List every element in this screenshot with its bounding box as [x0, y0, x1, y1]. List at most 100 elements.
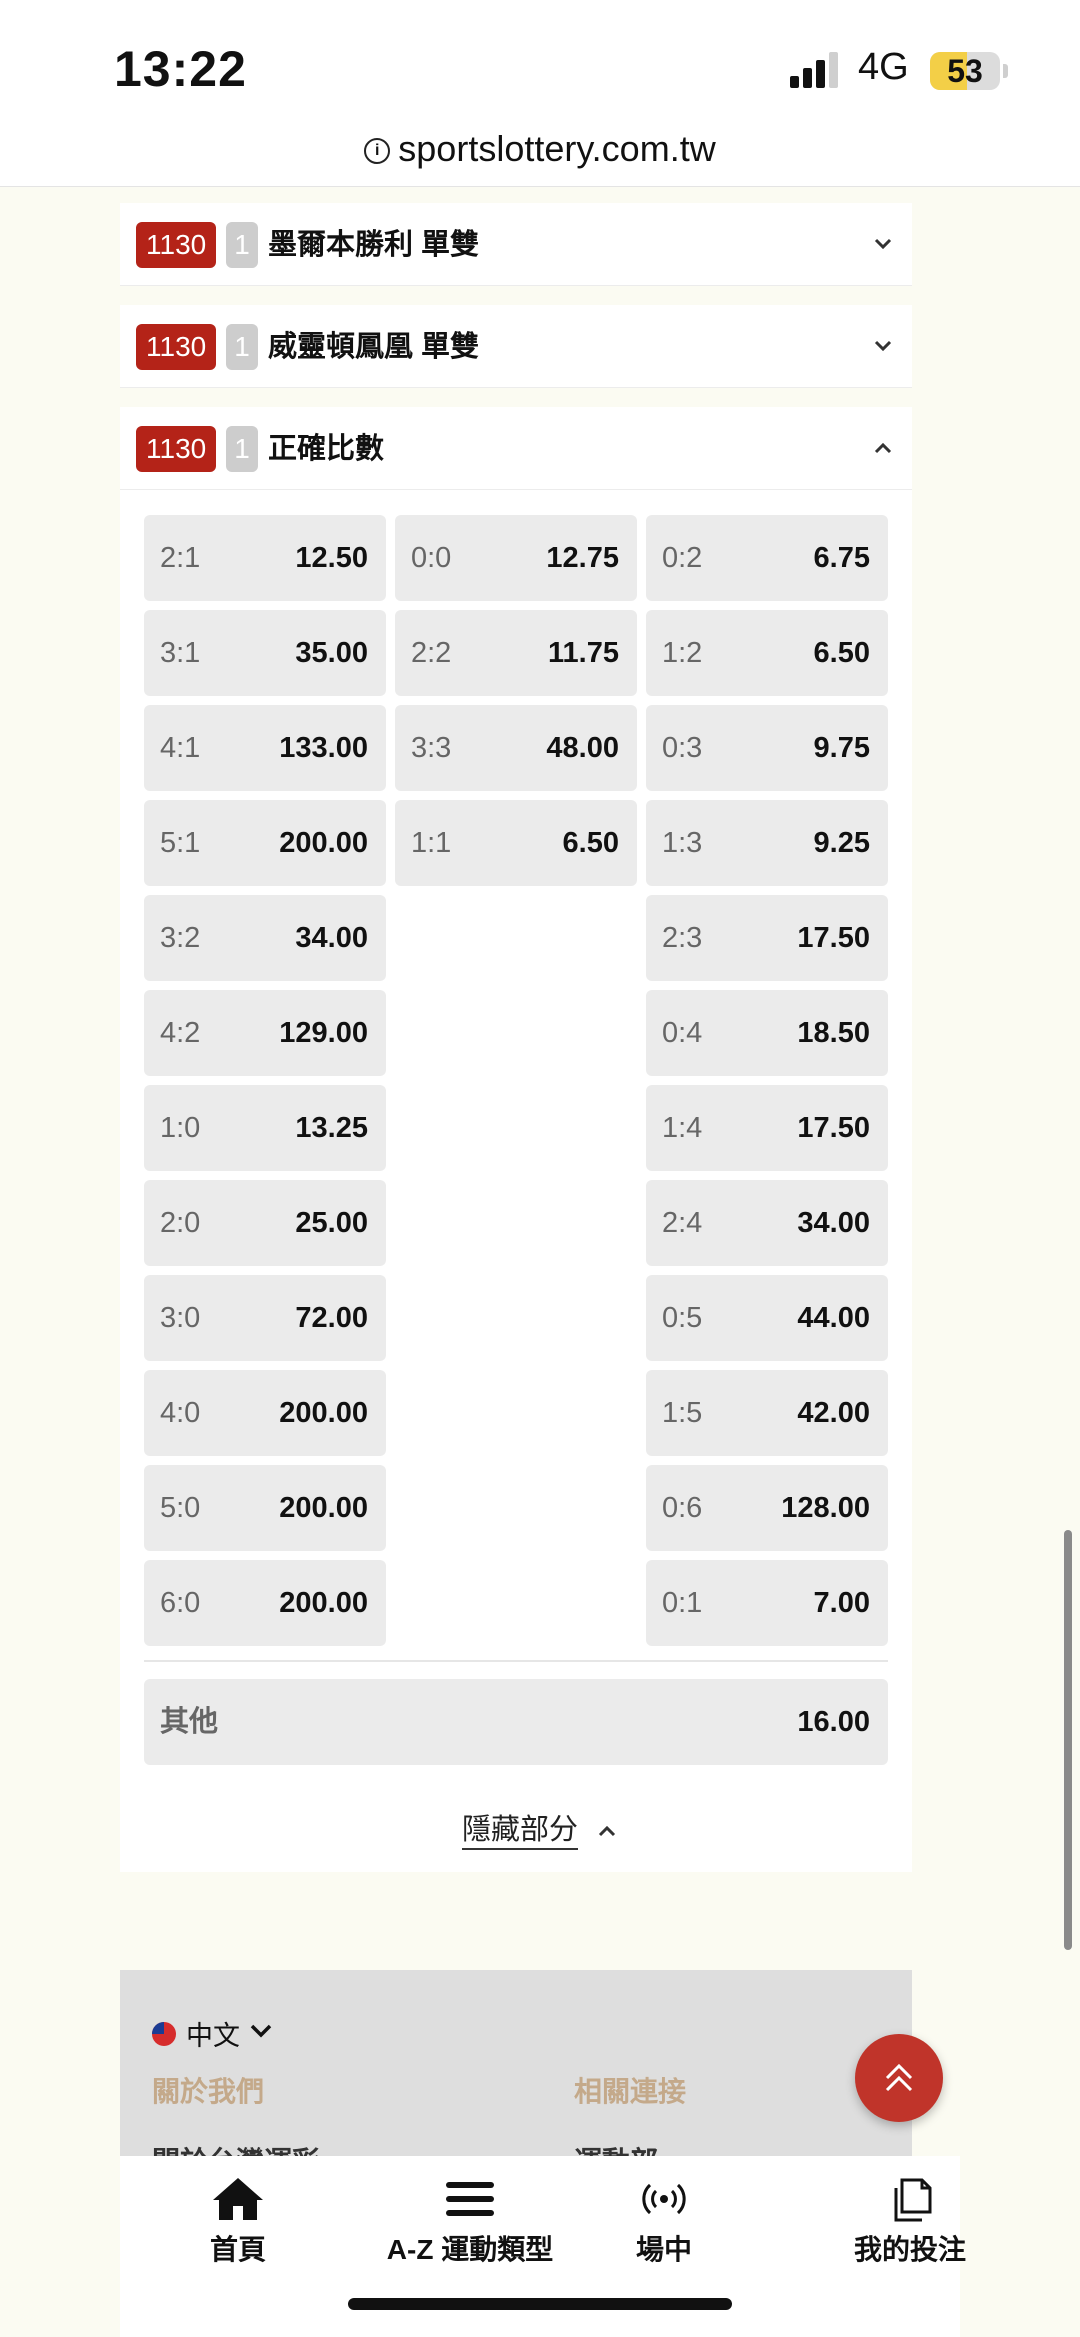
nav-home-label: 首頁: [209, 2234, 266, 2265]
page-scrollbar[interactable]: [1064, 1530, 1072, 1950]
odds-cell-away[interactable]: 1:4 17.50: [646, 1085, 888, 1171]
odds-cell-home[interactable]: 2:0 25.00: [144, 1180, 386, 1266]
chevron-up-icon[interactable]: [872, 437, 894, 459]
footer-links-heading: 相關連接: [574, 2076, 687, 2107]
scroll-to-top-button[interactable]: [855, 2034, 943, 2122]
footer-about-link[interactable]: 關於台灣運彩: [152, 2140, 320, 2156]
odds-cell-away[interactable]: 1:5 42.00: [646, 1370, 888, 1456]
odds-cell-away[interactable]: 1:3 9.25: [646, 800, 888, 886]
market-header-melbourne-odd-even[interactable]: 1130 1 墨爾本勝利 單雙: [120, 203, 912, 286]
odds-value: 72.00: [295, 1302, 368, 1334]
odds-value: 25.00: [295, 1207, 368, 1239]
nav-home[interactable]: 首頁: [120, 2176, 356, 2268]
odds-value: 17.50: [797, 922, 870, 954]
score-label: 4:2: [160, 1017, 201, 1049]
hide-section-button[interactable]: 隱藏部分: [0, 1806, 1080, 1850]
home-icon: [213, 2178, 263, 2220]
nav-my-bets[interactable]: 我的投注: [854, 2176, 1014, 2268]
odds-cell-away[interactable]: 0:4 18.50: [646, 990, 888, 1076]
score-label: 0:5: [662, 1302, 703, 1334]
odds-value: 9.25: [813, 827, 870, 859]
odds-cell-home[interactable]: 6:0 200.00: [144, 1560, 386, 1646]
odds-cell-home[interactable]: 4:0 200.00: [144, 1370, 386, 1456]
odds-cell-away[interactable]: 0:5 44.00: [646, 1275, 888, 1361]
odds-value: 12.50: [295, 542, 368, 574]
odds-cell-home[interactable]: 3:1 35.00: [144, 610, 386, 696]
live-broadcast-icon: [642, 2183, 686, 2215]
odds-cell-home[interactable]: 5:0 200.00: [144, 1465, 386, 1551]
match-code-badge: 1130: [136, 426, 217, 472]
odds-cell-away[interactable]: 0:1 7.00: [646, 1560, 888, 1646]
score-label: 4:0: [160, 1397, 201, 1429]
chevron-down-icon[interactable]: [248, 2018, 274, 2044]
score-label: 0:3: [662, 732, 703, 764]
odds-value: 42.00: [797, 1397, 870, 1429]
odds-value: 34.00: [295, 922, 368, 954]
odds-value: 128.00: [781, 1492, 870, 1524]
odds-cell-draw[interactable]: 0:0 12.75: [395, 515, 637, 601]
odds-cell-away[interactable]: 1:2 6.50: [646, 610, 888, 696]
battery-level: 53: [947, 53, 983, 89]
odds-cell-away[interactable]: 2:4 34.00: [646, 1180, 888, 1266]
taiwan-flag-icon: [152, 2022, 176, 2046]
score-label: 1:3: [662, 827, 703, 859]
language-selector[interactable]: 中文: [186, 2014, 240, 2053]
odds-cell-away[interactable]: 2:3 17.50: [646, 895, 888, 981]
odds-cell-home[interactable]: 2:1 12.50: [144, 515, 386, 601]
match-code-badge: 1130: [136, 324, 217, 370]
chevron-down-icon[interactable]: [872, 233, 894, 255]
odds-value: 7.00: [813, 1587, 870, 1619]
odds-cell-home[interactable]: 5:1 200.00: [144, 800, 386, 886]
score-label: 2:1: [160, 542, 201, 574]
score-label: 2:4: [662, 1207, 703, 1239]
odds-cell-draw[interactable]: 3:3 48.00: [395, 705, 637, 791]
odds-value: 12.75: [546, 542, 619, 574]
home-indicator[interactable]: [348, 2298, 732, 2310]
odds-cell-away[interactable]: 0:6 128.00: [646, 1465, 888, 1551]
score-label: 0:0: [411, 542, 452, 574]
betslip-icon: [894, 2178, 932, 2222]
odds-cell-home[interactable]: 3:2 34.00: [144, 895, 386, 981]
odds-value: 200.00: [279, 1397, 368, 1429]
odds-cell-home[interactable]: 4:2 129.00: [144, 990, 386, 1076]
score-label: 0:1: [662, 1587, 703, 1619]
divider: [144, 1660, 888, 1662]
battery-icon: 53: [930, 52, 1000, 90]
score-label: 1:4: [662, 1112, 703, 1144]
nav-az-label: A-Z 運動類型: [386, 2234, 554, 2265]
url-display[interactable]: i sportslottery.com.tw: [0, 128, 1080, 170]
market-header-wellington-odd-even[interactable]: 1130 1 威靈頓鳳凰 單雙: [120, 305, 912, 388]
browser-url-bar[interactable]: i sportslottery.com.tw: [0, 120, 1080, 187]
score-label: 6:0: [160, 1587, 201, 1619]
battery-nub: [1003, 64, 1008, 78]
odds-cell-away[interactable]: 0:3 9.75: [646, 705, 888, 791]
odds-value: 9.75: [813, 732, 870, 764]
odds-cell-home[interactable]: 4:1 133.00: [144, 705, 386, 791]
market-title: 墨爾本勝利 單雙: [268, 229, 480, 261]
hide-section-label: 隱藏部分: [461, 1814, 578, 1850]
odds-cell-draw[interactable]: 2:2 11.75: [395, 610, 637, 696]
odds-cell-draw[interactable]: 1:1 6.50: [395, 800, 637, 886]
info-icon[interactable]: i: [364, 138, 391, 165]
odds-cell-other[interactable]: 其他 16.00: [144, 1679, 888, 1765]
odds-cell-home[interactable]: 1:0 13.25: [144, 1085, 386, 1171]
site-footer: 中文 關於我們 相關連接 關於台灣運彩 運動部: [120, 1970, 912, 2156]
market-number-badge: 1: [226, 324, 258, 370]
odds-value: 6.50: [813, 637, 870, 669]
odds-value: 200.00: [279, 1492, 368, 1524]
odds-value: 34.00: [797, 1207, 870, 1239]
market-header-correct-score[interactable]: 1130 1 正確比數: [120, 407, 912, 490]
chevron-down-icon[interactable]: [872, 335, 894, 357]
footer-links-link[interactable]: 運動部: [574, 2140, 658, 2156]
odds-cell-home[interactable]: 3:0 72.00: [144, 1275, 386, 1361]
odds-value: 6.50: [562, 827, 619, 859]
score-label: 1:1: [411, 827, 452, 859]
status-bar: 13:22 4G 53: [0, 0, 1080, 120]
odds-value: 16.00: [797, 1706, 870, 1738]
chevron-up-icon: [598, 1826, 616, 1837]
nav-az-sports[interactable]: A-Z 運動類型: [356, 2176, 584, 2268]
odds-cell-away[interactable]: 0:2 6.75: [646, 515, 888, 601]
odds-value: 13.25: [295, 1112, 368, 1144]
score-label: 2:0: [160, 1207, 201, 1239]
nav-live[interactable]: 場中: [584, 2176, 744, 2268]
